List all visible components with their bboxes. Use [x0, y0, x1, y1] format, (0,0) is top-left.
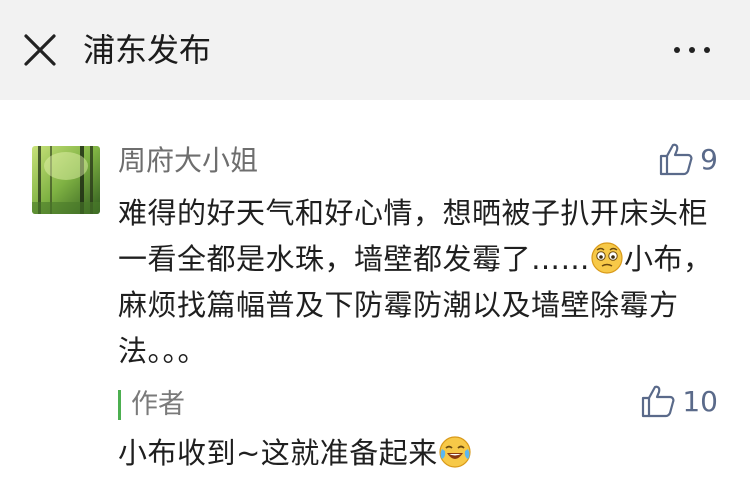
comment-text: 难得的好天气和好心情，想晒被子扒开床头柜一看全都是水珠，墙壁都发霉了…… 小布，… — [118, 190, 718, 374]
author-reply-header: 作者 — [118, 387, 185, 423]
comment-like-count: 9 — [700, 142, 718, 176]
reply-like-button[interactable]: 10 — [640, 384, 718, 418]
thumbs-up-icon — [642, 385, 675, 418]
reply-text: 小布收到~这就准备起来 — [118, 430, 472, 476]
worried-face-emoji-icon — [590, 241, 624, 275]
author-label: 作者 — [131, 389, 185, 420]
tears-of-joy-emoji-icon — [438, 435, 472, 469]
comment-like-button[interactable]: 9 — [658, 142, 718, 176]
reply-like-count: 10 — [682, 384, 718, 418]
close-icon[interactable] — [22, 32, 58, 68]
comment-username[interactable]: 周府大小姐 — [118, 143, 258, 179]
thumbs-up-icon — [660, 143, 693, 176]
avatar[interactable] — [32, 146, 100, 214]
comment-section: 周府大小姐 9 难得的好天气和好心情，想晒被子扒开床头柜一看全都是水珠，墙壁都发… — [0, 100, 750, 501]
more-icon[interactable] — [666, 40, 718, 60]
author-indicator-bar — [118, 390, 121, 420]
reply-text-content: 小布收到~这就准备起来 — [118, 436, 438, 470]
top-navigation-bar: 浦东发布 — [0, 0, 750, 100]
page-title: 浦东发布 — [83, 31, 212, 69]
